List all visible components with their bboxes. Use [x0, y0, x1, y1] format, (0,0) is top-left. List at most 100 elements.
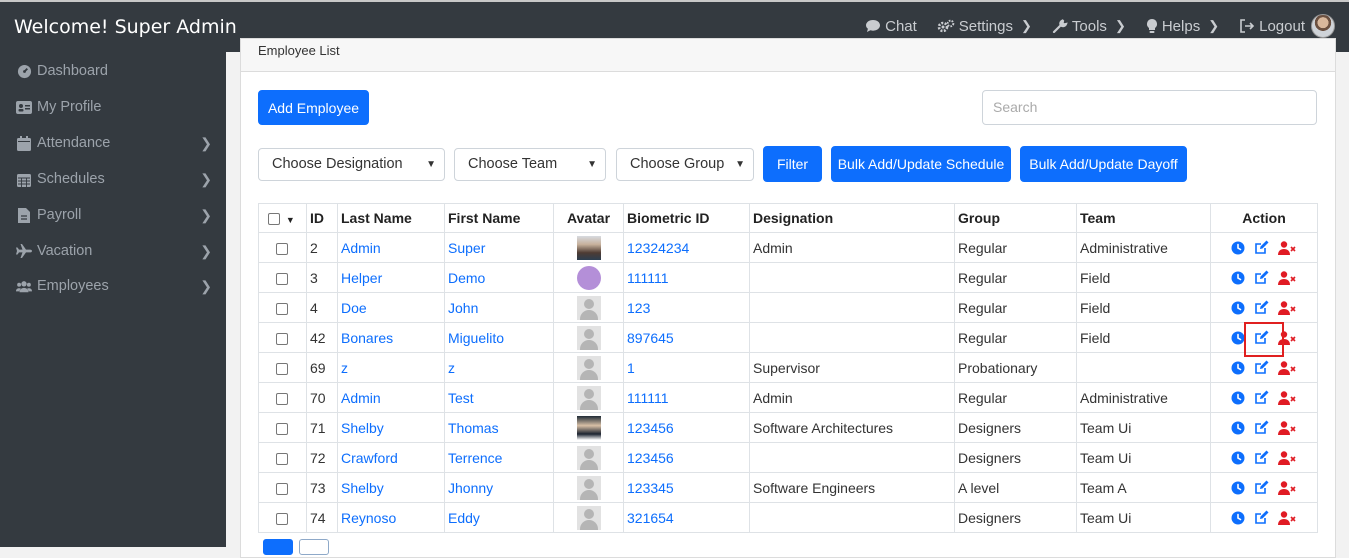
- schedule-clock-icon[interactable]: [1231, 481, 1245, 495]
- row-checkbox[interactable]: [276, 242, 288, 255]
- pagination-page-active[interactable]: [263, 539, 293, 555]
- delete-user-icon[interactable]: [1278, 330, 1297, 345]
- delete-user-icon[interactable]: [1278, 360, 1297, 375]
- row-checkbox-cell[interactable]: [258, 472, 307, 503]
- cell-last-name[interactable]: Doe: [337, 292, 445, 323]
- nav-settings[interactable]: Settings ❯: [937, 18, 1032, 35]
- edit-icon[interactable]: [1254, 480, 1269, 495]
- cell-first-name[interactable]: Miguelito: [444, 322, 554, 353]
- row-checkbox-cell[interactable]: [258, 412, 307, 443]
- edit-icon[interactable]: [1254, 450, 1269, 465]
- cell-biometric-id[interactable]: 321654: [623, 502, 750, 533]
- bulk-schedule-button[interactable]: Bulk Add/Update Schedule: [831, 146, 1011, 182]
- caret-down-icon[interactable]: ▼: [286, 215, 295, 225]
- cell-first-name[interactable]: z: [444, 352, 554, 383]
- delete-user-icon[interactable]: [1278, 420, 1297, 435]
- delete-user-icon[interactable]: [1278, 270, 1297, 285]
- cell-last-name[interactable]: Shelby: [337, 472, 445, 503]
- sidebar-item-schedules[interactable]: Schedules ❯: [16, 165, 212, 193]
- row-checkbox[interactable]: [276, 482, 288, 495]
- header-group[interactable]: Group: [954, 203, 1077, 233]
- schedule-clock-icon[interactable]: [1231, 451, 1245, 465]
- nav-logout[interactable]: Logout: [1239, 18, 1305, 35]
- nav-chat[interactable]: Chat: [865, 18, 917, 35]
- header-first-name[interactable]: First Name: [444, 203, 554, 233]
- cell-last-name[interactable]: Admin: [337, 382, 445, 413]
- row-checkbox[interactable]: [276, 362, 288, 375]
- cell-first-name[interactable]: John: [444, 292, 554, 323]
- cell-last-name[interactable]: Crawford: [337, 442, 445, 473]
- cell-last-name[interactable]: Shelby: [337, 412, 445, 443]
- edit-icon[interactable]: [1254, 510, 1269, 525]
- cell-biometric-id[interactable]: 123456: [623, 442, 750, 473]
- row-checkbox-cell[interactable]: [258, 442, 307, 473]
- cell-first-name[interactable]: Terrence: [444, 442, 554, 473]
- cell-first-name[interactable]: Eddy: [444, 502, 554, 533]
- cell-first-name[interactable]: Thomas: [444, 412, 554, 443]
- user-avatar[interactable]: [1311, 14, 1335, 38]
- cell-last-name[interactable]: Reynoso: [337, 502, 445, 533]
- schedule-clock-icon[interactable]: [1231, 421, 1245, 435]
- row-checkbox-cell[interactable]: [258, 262, 307, 293]
- header-id[interactable]: ID: [306, 203, 338, 233]
- filter-button[interactable]: Filter: [763, 146, 822, 182]
- schedule-clock-icon[interactable]: [1231, 301, 1245, 315]
- nav-helps[interactable]: Helps ❯: [1146, 18, 1219, 35]
- select-all-header[interactable]: ▼: [258, 203, 307, 233]
- schedule-clock-icon[interactable]: [1231, 511, 1245, 525]
- cell-last-name[interactable]: z: [337, 352, 445, 383]
- edit-icon[interactable]: [1254, 240, 1269, 255]
- row-checkbox[interactable]: [276, 392, 288, 405]
- row-checkbox[interactable]: [276, 332, 288, 345]
- search-input[interactable]: Search: [982, 90, 1317, 125]
- cell-last-name[interactable]: Bonares: [337, 322, 445, 353]
- group-select[interactable]: Choose Group ▼: [616, 148, 754, 181]
- row-checkbox[interactable]: [276, 452, 288, 465]
- cell-biometric-id[interactable]: 1: [623, 352, 750, 383]
- cell-biometric-id[interactable]: 123: [623, 292, 750, 323]
- schedule-clock-icon[interactable]: [1231, 361, 1245, 375]
- cell-first-name[interactable]: Jhonny: [444, 472, 554, 503]
- row-checkbox[interactable]: [276, 302, 288, 315]
- cell-biometric-id[interactable]: 12324234: [623, 232, 750, 263]
- cell-last-name[interactable]: Admin: [337, 232, 445, 263]
- schedule-clock-icon[interactable]: [1231, 331, 1245, 345]
- edit-icon[interactable]: [1254, 360, 1269, 375]
- edit-icon[interactable]: [1254, 270, 1269, 285]
- row-checkbox-cell[interactable]: [258, 322, 307, 353]
- bulk-dayoff-button[interactable]: Bulk Add/Update Dayoff: [1020, 146, 1187, 182]
- cell-biometric-id[interactable]: 123456: [623, 412, 750, 443]
- nav-tools[interactable]: Tools ❯: [1052, 18, 1126, 35]
- cell-biometric-id[interactable]: 111111: [623, 382, 750, 413]
- sidebar-item-employees[interactable]: Employees ❯: [16, 272, 212, 300]
- edit-icon[interactable]: [1254, 390, 1269, 405]
- row-checkbox-cell[interactable]: [258, 352, 307, 383]
- cell-biometric-id[interactable]: 111111: [623, 262, 750, 293]
- row-checkbox[interactable]: [276, 422, 288, 435]
- header-team[interactable]: Team: [1076, 203, 1211, 233]
- cell-first-name[interactable]: Super: [444, 232, 554, 263]
- delete-user-icon[interactable]: [1278, 450, 1297, 465]
- cell-biometric-id[interactable]: 123345: [623, 472, 750, 503]
- header-designation[interactable]: Designation: [749, 203, 955, 233]
- delete-user-icon[interactable]: [1278, 510, 1297, 525]
- edit-icon[interactable]: [1254, 330, 1269, 345]
- select-all-checkbox[interactable]: [268, 213, 280, 226]
- delete-user-icon[interactable]: [1278, 480, 1297, 495]
- sidebar-item-my-profile[interactable]: My Profile: [16, 93, 212, 121]
- sidebar-item-dashboard[interactable]: Dashboard: [16, 57, 212, 85]
- schedule-clock-icon[interactable]: [1231, 241, 1245, 255]
- row-checkbox-cell[interactable]: [258, 232, 307, 263]
- row-checkbox-cell[interactable]: [258, 382, 307, 413]
- designation-select[interactable]: Choose Designation ▼: [258, 148, 445, 181]
- sidebar-item-vacation[interactable]: Vacation ❯: [16, 237, 212, 265]
- header-last-name[interactable]: Last Name: [337, 203, 445, 233]
- sidebar-item-attendance[interactable]: Attendance ❯: [16, 129, 212, 157]
- cell-biometric-id[interactable]: 897645: [623, 322, 750, 353]
- cell-first-name[interactable]: Demo: [444, 262, 554, 293]
- cell-first-name[interactable]: Test: [444, 382, 554, 413]
- row-checkbox-cell[interactable]: [258, 292, 307, 323]
- team-select[interactable]: Choose Team ▼: [454, 148, 606, 181]
- edit-icon[interactable]: [1254, 300, 1269, 315]
- row-checkbox[interactable]: [276, 272, 288, 285]
